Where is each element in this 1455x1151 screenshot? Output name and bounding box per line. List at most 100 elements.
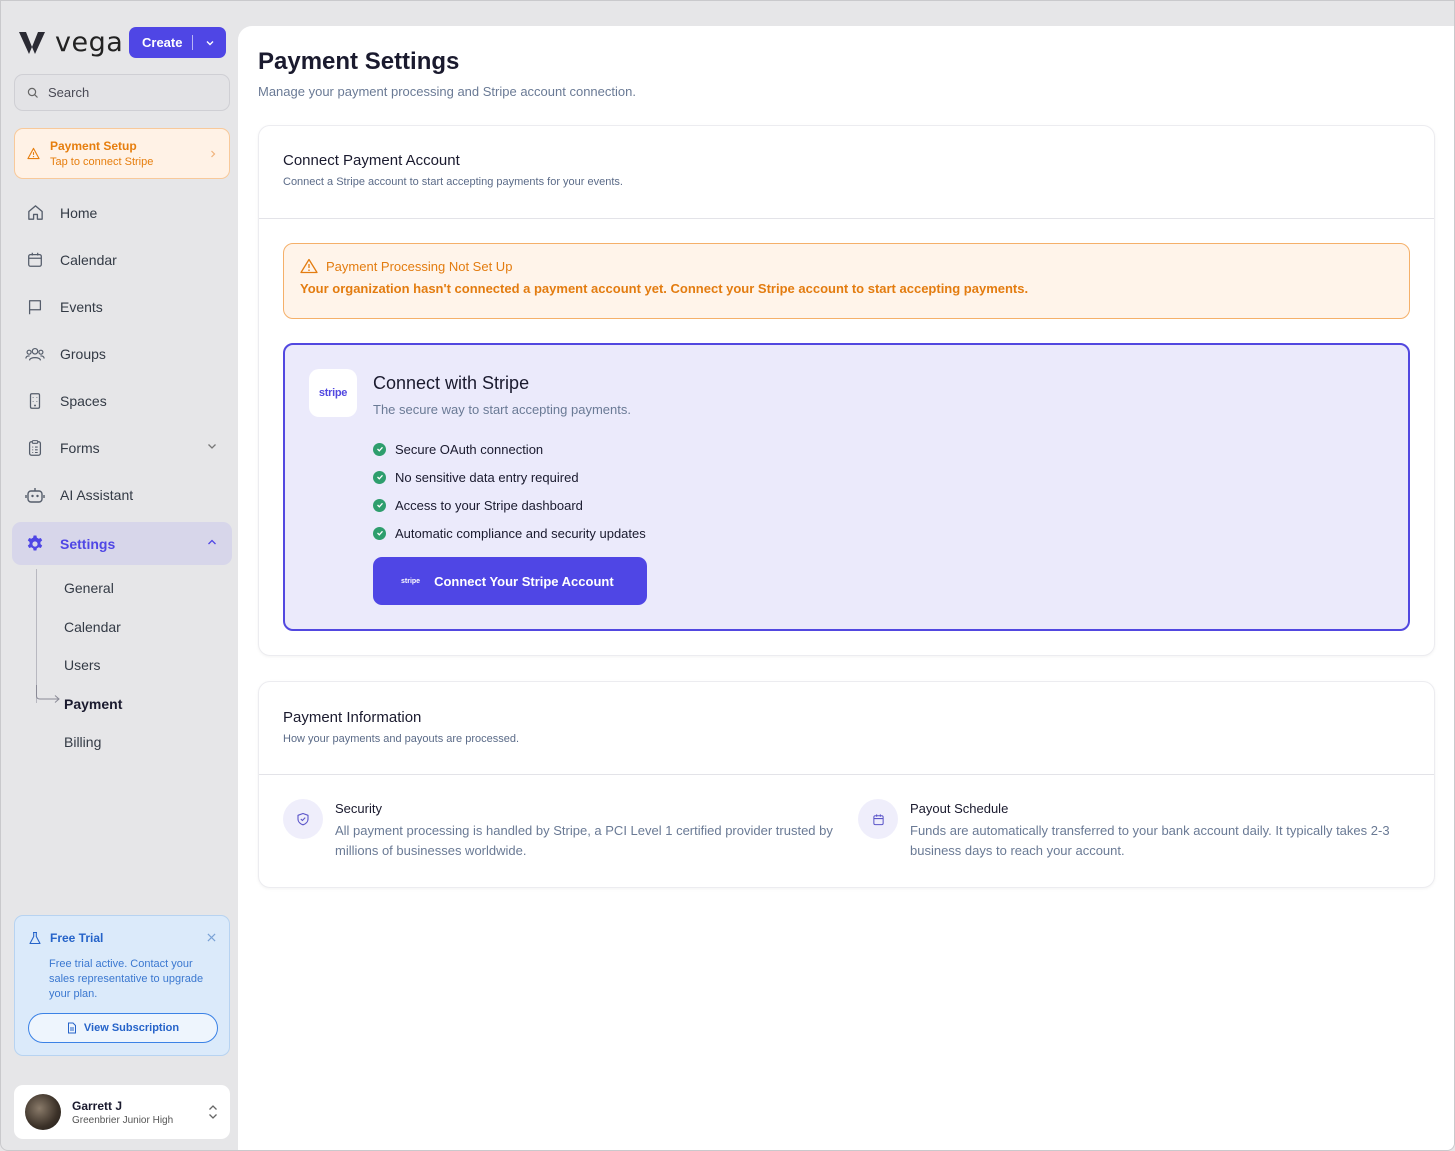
view-subscription-label: View Subscription <box>83 1022 180 1034</box>
feature-text: No sensitive data entry required <box>395 469 579 485</box>
security-body: All payment processing is handled by Str… <box>335 823 833 858</box>
shield-icon <box>283 799 323 839</box>
chevron-up-down-icon <box>209 1105 217 1119</box>
card-subtitle: Connect a Stripe account to start accept… <box>283 176 623 188</box>
list-item: Automatic compliance and security update… <box>373 519 646 547</box>
connect-stripe-label: Connect Your Stripe Account <box>434 573 614 589</box>
chevron-down-icon[interactable] <box>206 440 218 452</box>
list-item: Access to your Stripe dashboard <box>373 491 646 519</box>
chevron-down-icon[interactable] <box>193 38 226 48</box>
nav-item-events[interactable]: Events <box>12 283 232 330</box>
nav-item-calendar[interactable]: Calendar <box>12 236 232 283</box>
stripe-panel-subtitle: The secure way to start accepting paymen… <box>373 402 631 417</box>
card-header: Payment Information How your payments an… <box>259 682 1434 775</box>
search-input[interactable] <box>48 85 218 100</box>
nav-item-spaces[interactable]: Spaces <box>12 377 232 424</box>
brand-logo[interactable]: vega <box>17 27 123 58</box>
nav-item-settings[interactable]: Settings <box>12 522 232 565</box>
nav-label: Events <box>60 298 103 315</box>
user-switcher[interactable]: Garrett J Greenbrier Junior High <box>14 1085 230 1139</box>
list-item: No sensitive data entry required <box>373 463 646 491</box>
payment-setup-subtitle: Tap to connect Stripe <box>50 156 154 168</box>
warning-title: Payment Processing Not Set Up <box>326 258 513 274</box>
flask-icon <box>29 931 41 944</box>
card-title: Payment Information <box>283 709 422 726</box>
nav-label: Calendar <box>60 251 117 268</box>
payment-setup-banner[interactable]: Payment Setup Tap to connect Stripe <box>14 128 230 179</box>
check-circle-icon <box>373 442 386 456</box>
search-icon <box>27 87 38 98</box>
free-trial-card: Free Trial Free trial active. Contact yo… <box>14 915 230 1056</box>
check-circle-icon <box>373 526 386 540</box>
stripe-panel-title: Connect with Stripe <box>373 373 530 393</box>
connect-stripe-button[interactable]: stripe Connect Your Stripe Account <box>373 557 647 605</box>
avatar <box>25 1094 61 1130</box>
security-info: Security All payment processing is handl… <box>283 799 833 861</box>
stripe-connect-panel: stripe Connect with Stripe The secure wa… <box>283 343 1410 631</box>
subnav-active-connector-icon <box>36 684 60 703</box>
nav-item-ai-assistant[interactable]: AI Assistant <box>12 471 232 518</box>
card-subtitle: How your payments and payouts are proces… <box>283 733 520 745</box>
create-button[interactable]: Create <box>129 27 226 58</box>
subnav-item-users[interactable]: Users <box>34 646 224 685</box>
page-title: Payment Settings <box>258 48 460 75</box>
nav-label: Home <box>60 204 98 221</box>
subnav-item-billing[interactable]: Billing <box>34 723 224 762</box>
stripe-mini-logo: stripe <box>401 577 421 585</box>
payout-body: Funds are automatically transferred to y… <box>910 823 1390 858</box>
payout-title: Payout Schedule <box>910 801 1009 816</box>
check-circle-icon <box>373 470 386 484</box>
chevron-right-icon <box>211 150 216 157</box>
page-subtitle: Manage your payment processing and Strip… <box>258 84 636 99</box>
main-nav: Home Calendar Events Groups Spaces Forms <box>12 189 232 565</box>
search-box[interactable] <box>14 74 230 111</box>
check-circle-icon <box>373 498 386 512</box>
nav-label: Spaces <box>60 392 107 409</box>
settings-subnav: General Calendar Users Payment Billing <box>34 569 224 762</box>
document-icon <box>67 1022 76 1034</box>
card-title: Connect Payment Account <box>283 152 460 169</box>
nav-label: Settings <box>60 535 116 552</box>
flag-icon <box>25 297 45 317</box>
nav-label: AI Assistant <box>60 486 134 503</box>
close-icon[interactable] <box>207 930 216 945</box>
user-organization: Greenbrier Junior High <box>72 1114 174 1126</box>
view-subscription-button[interactable]: View Subscription <box>28 1013 218 1043</box>
connect-payment-card: Connect Payment Account Connect a Stripe… <box>258 125 1435 656</box>
card-header: Connect Payment Account Connect a Stripe… <box>259 126 1434 219</box>
nav-label: Groups <box>60 345 106 362</box>
feature-text: Access to your Stripe dashboard <box>395 497 583 513</box>
clipboard-icon <box>25 438 45 458</box>
payment-setup-title: Payment Setup <box>50 139 137 153</box>
stripe-logo: stripe <box>309 369 357 417</box>
subnav-item-calendar[interactable]: Calendar <box>34 608 224 647</box>
main-content: Payment Settings Manage your payment pro… <box>238 26 1454 1150</box>
subnav-item-payment[interactable]: Payment <box>34 684 224 724</box>
payment-information-card: Payment Information How your payments an… <box>258 681 1435 888</box>
chevron-up-icon[interactable] <box>206 536 218 548</box>
free-trial-title: Free Trial <box>50 930 104 945</box>
list-item: Secure OAuth connection <box>373 435 646 463</box>
warning-body: Your organization hasn't connected a pay… <box>300 281 1029 296</box>
payout-schedule-info: Payout Schedule Funds are automatically … <box>858 799 1398 861</box>
gear-icon <box>25 534 45 554</box>
feature-list: Secure OAuth connection No sensitive dat… <box>373 435 646 547</box>
user-name: Garrett J <box>72 1098 123 1113</box>
brand-name: vega <box>55 27 124 58</box>
nav-label: Forms <box>60 439 100 456</box>
nav-item-home[interactable]: Home <box>12 189 232 236</box>
feature-text: Secure OAuth connection <box>395 441 544 457</box>
subnav-item-general[interactable]: General <box>34 569 224 608</box>
calendar-icon <box>858 799 898 839</box>
warning-icon <box>27 147 40 160</box>
home-icon <box>25 203 45 223</box>
calendar-icon <box>25 250 45 270</box>
payment-warning-alert: Payment Processing Not Set Up Your organ… <box>283 243 1410 319</box>
vega-logo-icon <box>19 31 45 54</box>
users-icon <box>25 344 45 364</box>
create-button-label: Create <box>142 35 183 50</box>
nav-item-forms[interactable]: Forms <box>12 424 232 471</box>
robot-icon <box>25 485 45 505</box>
warning-icon <box>300 258 318 274</box>
nav-item-groups[interactable]: Groups <box>12 330 232 377</box>
